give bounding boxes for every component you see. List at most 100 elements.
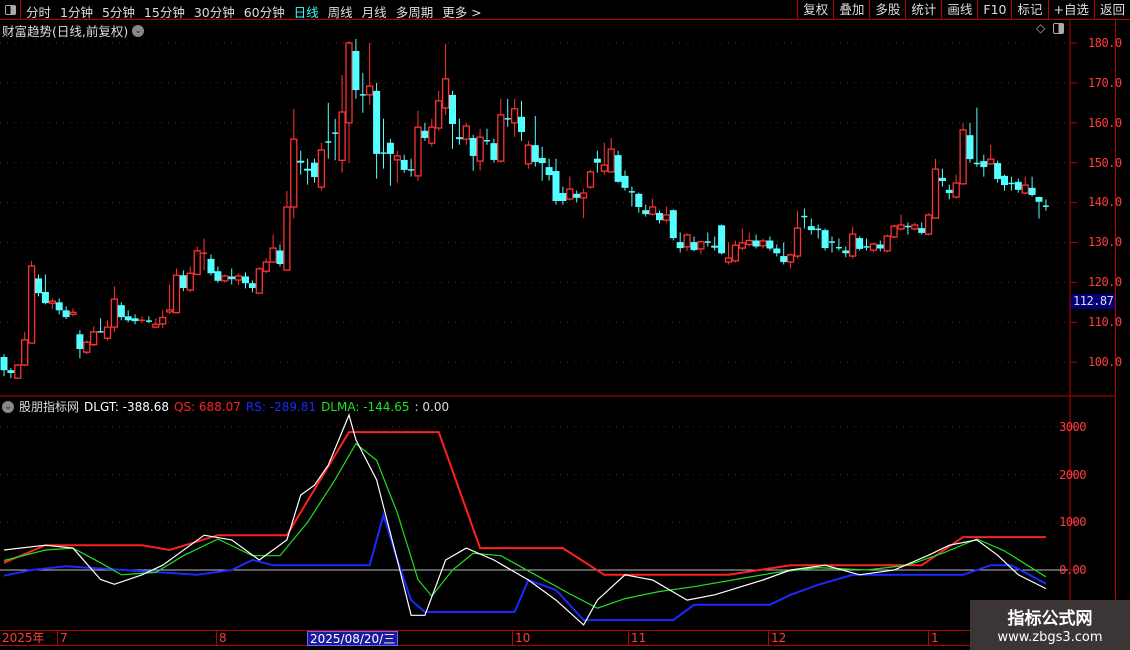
candle bbox=[145, 316, 152, 324]
candle-body bbox=[545, 167, 553, 176]
candle bbox=[593, 150, 601, 173]
candle-body bbox=[221, 275, 229, 282]
candle bbox=[345, 41, 353, 163]
candle bbox=[676, 232, 684, 253]
candle bbox=[890, 224, 898, 239]
current-price-label: 112.87 bbox=[1071, 294, 1115, 309]
indicator-tick: 3000 bbox=[1059, 420, 1086, 434]
candle bbox=[1042, 199, 1049, 211]
right-side-panel[interactable] bbox=[1115, 20, 1130, 650]
panel-toggle-icon[interactable] bbox=[1053, 23, 1064, 34]
candle bbox=[621, 170, 629, 191]
candle bbox=[110, 286, 119, 333]
candle bbox=[545, 158, 553, 181]
candle bbox=[35, 274, 42, 297]
candle-body bbox=[27, 265, 36, 344]
candle bbox=[139, 316, 145, 324]
candle-body bbox=[255, 268, 263, 294]
candle bbox=[662, 206, 671, 223]
candle-body bbox=[1021, 184, 1029, 194]
candle bbox=[697, 240, 705, 255]
candle bbox=[614, 150, 622, 183]
candle-body bbox=[69, 311, 77, 315]
candle-body bbox=[656, 212, 663, 221]
date-label: 11 bbox=[628, 631, 646, 646]
candle bbox=[62, 306, 70, 320]
candle bbox=[262, 258, 270, 274]
candle-body bbox=[393, 155, 401, 161]
candle bbox=[711, 236, 719, 251]
candle bbox=[704, 232, 711, 247]
candle-body bbox=[987, 158, 995, 165]
candle-body bbox=[807, 226, 815, 231]
candle-body bbox=[573, 193, 581, 198]
candle bbox=[41, 274, 49, 305]
candle bbox=[332, 118, 339, 161]
candle bbox=[421, 122, 429, 141]
candle-body bbox=[262, 261, 270, 272]
candle bbox=[214, 266, 222, 283]
candle-body bbox=[538, 157, 546, 164]
candle bbox=[317, 142, 326, 191]
candle bbox=[242, 272, 249, 289]
candle bbox=[1028, 176, 1036, 197]
candle bbox=[497, 98, 505, 163]
candle-body bbox=[441, 78, 450, 109]
candle bbox=[966, 122, 974, 163]
candle bbox=[573, 190, 581, 203]
candle-body bbox=[697, 241, 705, 250]
candle bbox=[786, 253, 795, 269]
candle-body bbox=[55, 302, 63, 311]
candle-body bbox=[518, 116, 525, 132]
rs-value: RS: -289.81 bbox=[245, 399, 317, 414]
candle bbox=[476, 128, 484, 171]
candle-body bbox=[780, 256, 788, 263]
chart-canvas[interactable] bbox=[0, 0, 1130, 650]
candle bbox=[304, 158, 312, 185]
candle-body bbox=[90, 331, 98, 346]
candle bbox=[1035, 196, 1043, 219]
candle bbox=[538, 146, 546, 181]
candle bbox=[980, 154, 988, 177]
candle bbox=[455, 118, 463, 145]
candle bbox=[773, 244, 781, 257]
candle bbox=[21, 331, 29, 367]
candle-body bbox=[966, 135, 974, 160]
candle-body bbox=[35, 278, 42, 294]
candle bbox=[83, 340, 91, 355]
diamond-icon[interactable]: ◇ bbox=[1036, 21, 1045, 35]
candle bbox=[462, 122, 470, 145]
candle-body bbox=[41, 291, 49, 304]
candle bbox=[484, 128, 490, 145]
candle bbox=[759, 238, 767, 249]
candle-body bbox=[994, 163, 1002, 180]
candle-body bbox=[207, 258, 215, 274]
candle bbox=[510, 98, 519, 137]
candle bbox=[359, 72, 366, 113]
candle bbox=[201, 238, 208, 271]
candle bbox=[911, 222, 919, 231]
date-label: 2025年 bbox=[2, 631, 45, 645]
candle bbox=[869, 242, 878, 253]
candle bbox=[1001, 174, 1008, 191]
main-chart-title: 财富趋势(日线,前复权) ⌄ bbox=[2, 21, 145, 40]
watermark-title: 指标公式网 bbox=[1007, 609, 1093, 629]
chevron-down-icon[interactable]: ⌄ bbox=[132, 24, 145, 37]
indicator-name[interactable]: 股朋指标网 bbox=[19, 398, 79, 415]
candle-body bbox=[821, 230, 829, 249]
candle-body bbox=[117, 305, 125, 318]
candle bbox=[172, 268, 181, 314]
candle-body bbox=[234, 275, 243, 281]
candle bbox=[352, 39, 360, 99]
candle-body bbox=[911, 224, 919, 230]
candle-body bbox=[731, 244, 740, 262]
candle bbox=[924, 213, 933, 236]
candle-body bbox=[103, 326, 112, 339]
candle-body bbox=[931, 168, 940, 219]
candle-body bbox=[676, 242, 684, 249]
candle-body bbox=[290, 138, 298, 208]
candle-body bbox=[690, 242, 698, 251]
chevron-down-icon[interactable]: ⌄ bbox=[2, 400, 14, 413]
candle-body bbox=[552, 171, 560, 202]
candle bbox=[255, 267, 263, 294]
